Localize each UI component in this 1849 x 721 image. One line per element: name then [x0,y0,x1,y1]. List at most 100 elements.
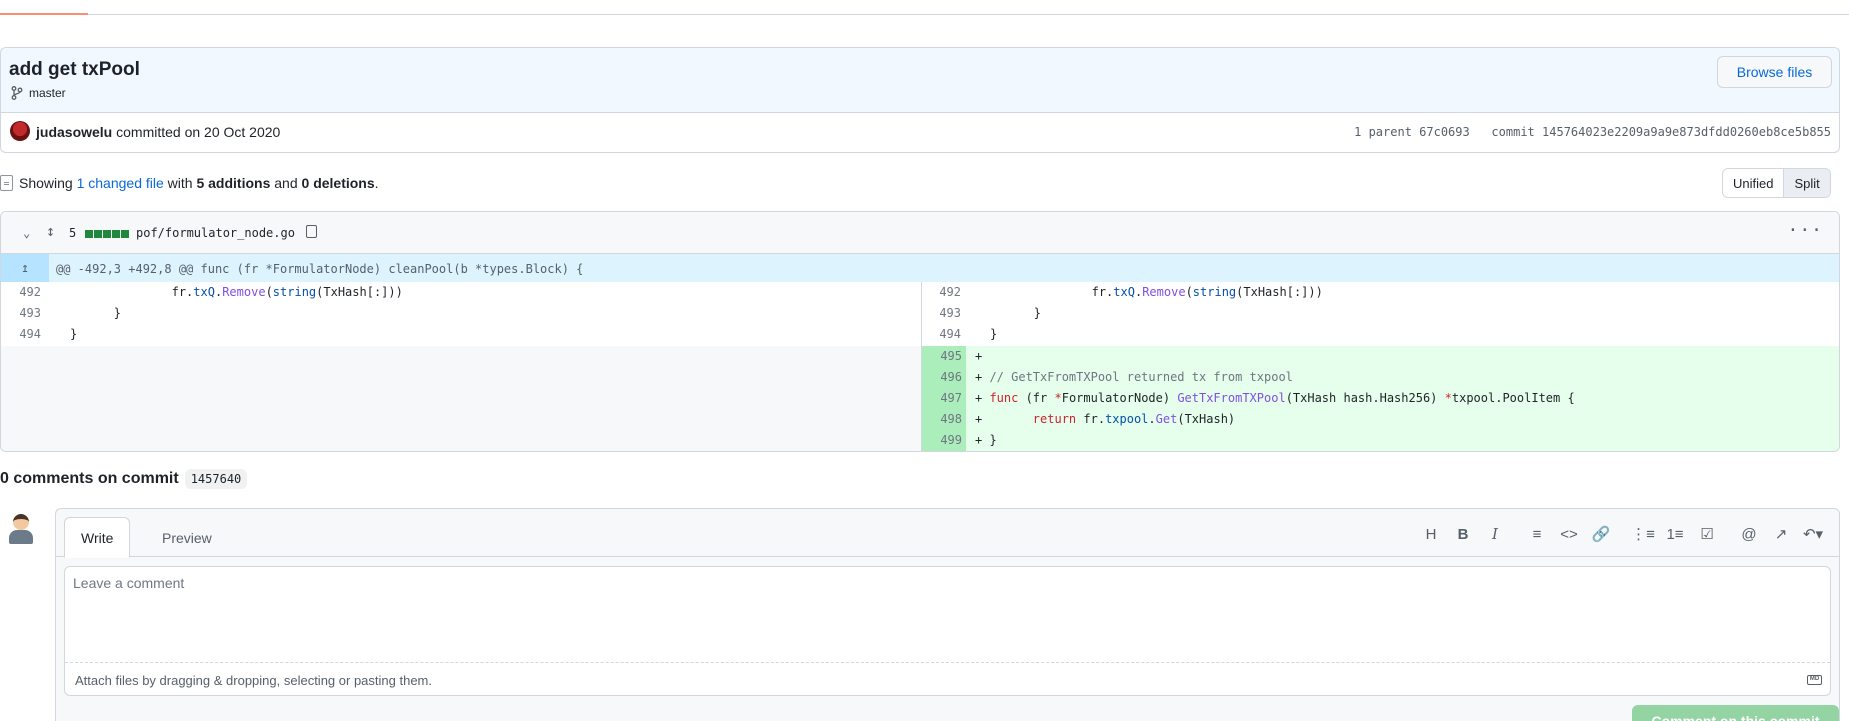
right-line-number[interactable]: 492 [921,282,963,303]
commit-head: add get txPool master Browse files [1,48,1839,113]
unified-view-button[interactable]: Unified [1723,169,1784,197]
bold-icon[interactable]: B [1447,523,1479,545]
left-code: } [70,327,78,341]
file-diff-header: ⌄ ↕ 5 pof/formulator_node.go ··· [1,212,1839,254]
commit-title: add get txPool [9,59,140,80]
kebab-menu-icon[interactable]: ··· [1787,220,1823,241]
diffstat-bar [94,230,102,238]
left-code: fr.txQ.Remove(string(TxHash[:])) [56,285,403,299]
italic-icon[interactable]: I [1479,523,1511,545]
current-user-avatar[interactable] [7,514,35,544]
hunk-text: @@ -492,3 +492,8 @@ func (fr *Formulator… [56,262,584,276]
ordered-list-icon[interactable]: 1≡ [1659,523,1691,545]
comment-textarea[interactable]: Leave a comment [65,567,1830,663]
browse-files-button[interactable]: Browse files [1717,56,1832,88]
right-line-number[interactable]: 495 [922,346,964,367]
right-line-number[interactable]: 499 [922,430,964,451]
markdown-icon[interactable]: MD [1807,675,1822,685]
diff-change-count: 5 [69,226,77,240]
right-code: + [975,349,983,363]
diffstat-bar [112,230,120,238]
comment-textarea-wrap: Leave a comment Attach files by dragging… [64,566,1831,696]
right-code: } [976,306,1042,320]
commit-header-box: add get txPool master Browse files judas… [0,47,1840,153]
committed-date: committed on 20 Oct 2020 [112,124,281,140]
added-row: 496 + // GetTxFromTXPool returned tx fro… [922,367,1839,388]
author-line: judasowelu committed on 20 Oct 2020 [36,124,280,140]
author-name[interactable]: judasowelu [36,124,112,140]
additions-count: 5 additions [196,175,271,191]
file-diff: ⌄ ↕ 5 pof/formulator_node.go ··· ↥ @@ -4… [0,211,1840,452]
empty-left-pane [1,346,921,451]
changed-files-link[interactable]: 1 changed file [77,175,164,191]
author-avatar[interactable] [10,121,30,141]
summary-period: . [374,175,379,191]
commit-sha: 145764023e2209a9a9e873dfdd0260eb8ce5b855 [1542,125,1831,139]
right-code: + } [975,433,997,447]
added-row: 498 + return fr.txpool.Get(TxHash) [922,409,1839,430]
split-view-button[interactable]: Split [1783,169,1830,197]
summary-showing: Showing [19,175,73,191]
unordered-list-icon[interactable]: ⋮≡ [1627,523,1659,545]
avatar-body [9,530,33,544]
comments-heading: 0 comments on commit 1457640 [0,469,248,489]
diff-summary: Showing 1 changed file with 5 additions … [0,172,379,194]
commit-label: commit [1491,125,1535,139]
right-line-number[interactable]: 498 [922,409,964,430]
chevron-down-icon[interactable]: ⌄ [23,226,30,240]
tab-preview[interactable]: Preview [146,517,228,558]
editor-tabbar: Write Preview H B I ≡ <> 🔗 ⋮≡ 1≡ ☑ @ ↗ ↶… [56,509,1839,558]
expand-all-icon[interactable]: ↕ [46,222,55,240]
copy-icon[interactable] [306,225,317,238]
right-code: } [990,327,998,341]
hunk-header: ↥ @@ -492,3 +492,8 @@ func (fr *Formulat… [1,254,1839,282]
markdown-toolbar: H B I ≡ <> 🔗 ⋮≡ 1≡ ☑ @ ↗ ↶▾ [1415,523,1829,545]
right-code: + func (fr *FormulatorNode) GetTxFromTXP… [975,391,1575,405]
left-line-number[interactable]: 493 [1,303,43,324]
diffstat-bar [85,230,93,238]
branch-icon [11,86,23,100]
quote-icon[interactable]: ≡ [1521,523,1553,545]
right-code: + // GetTxFromTXPool returned tx from tx… [975,370,1293,384]
active-tab-indicator [0,13,88,15]
commit-meta: judasowelu committed on 20 Oct 2020 1 pa… [1,113,1839,152]
parent-label: 1 parent [1354,125,1412,139]
file-diff-icon [0,175,13,191]
diffstat-bars [85,230,129,238]
parent-sha-link[interactable]: 67c0693 [1419,125,1470,139]
comment-submit-button[interactable]: Comment on this commit [1632,705,1839,721]
right-line-number[interactable]: 496 [922,367,964,388]
comments-title-text: 0 comments on commit [0,470,179,487]
task-list-icon[interactable]: ☑ [1691,523,1723,545]
left-code: } [56,306,122,320]
expand-up-icon[interactable]: ↥ [1,254,49,282]
added-row: 499 + } [922,430,1839,451]
diff-view-toggle: Unified Split [1722,168,1831,198]
link-icon[interactable]: 🔗 [1585,523,1617,545]
summary-and: and [274,175,298,191]
top-tab-underline [0,0,1849,15]
branch-name[interactable]: master [29,86,66,100]
added-row: 497 + func (fr *FormulatorNode) GetTxFro… [922,388,1839,409]
mention-icon[interactable]: @ [1733,523,1765,545]
right-line-number[interactable]: 493 [921,303,963,324]
right-code: fr.txQ.Remove(string(TxHash[:])) [976,285,1323,299]
avatar-head [13,514,29,530]
left-line-number[interactable]: 494 [1,324,43,345]
summary-with: with [167,175,193,191]
right-line-number[interactable]: 494 [921,324,963,345]
attach-files-hint[interactable]: Attach files by dragging & dropping, sel… [75,673,432,688]
code-icon[interactable]: <> [1553,523,1585,545]
diff-filename[interactable]: pof/formulator_node.go [136,226,295,240]
added-row: 495 + [922,346,1839,367]
diffstat-bar [121,230,129,238]
left-line-number[interactable]: 492 [1,282,43,303]
reference-icon[interactable]: ↗ [1765,523,1797,545]
right-line-number[interactable]: 497 [922,388,964,409]
commit-short-sha: 1457640 [184,469,248,489]
reply-icon[interactable]: ↶▾ [1797,523,1829,545]
heading-icon[interactable]: H [1415,523,1447,545]
branch-label: master [11,86,66,100]
tab-write[interactable]: Write [64,517,131,558]
right-code: + return fr.txpool.Get(TxHash) [975,412,1236,426]
